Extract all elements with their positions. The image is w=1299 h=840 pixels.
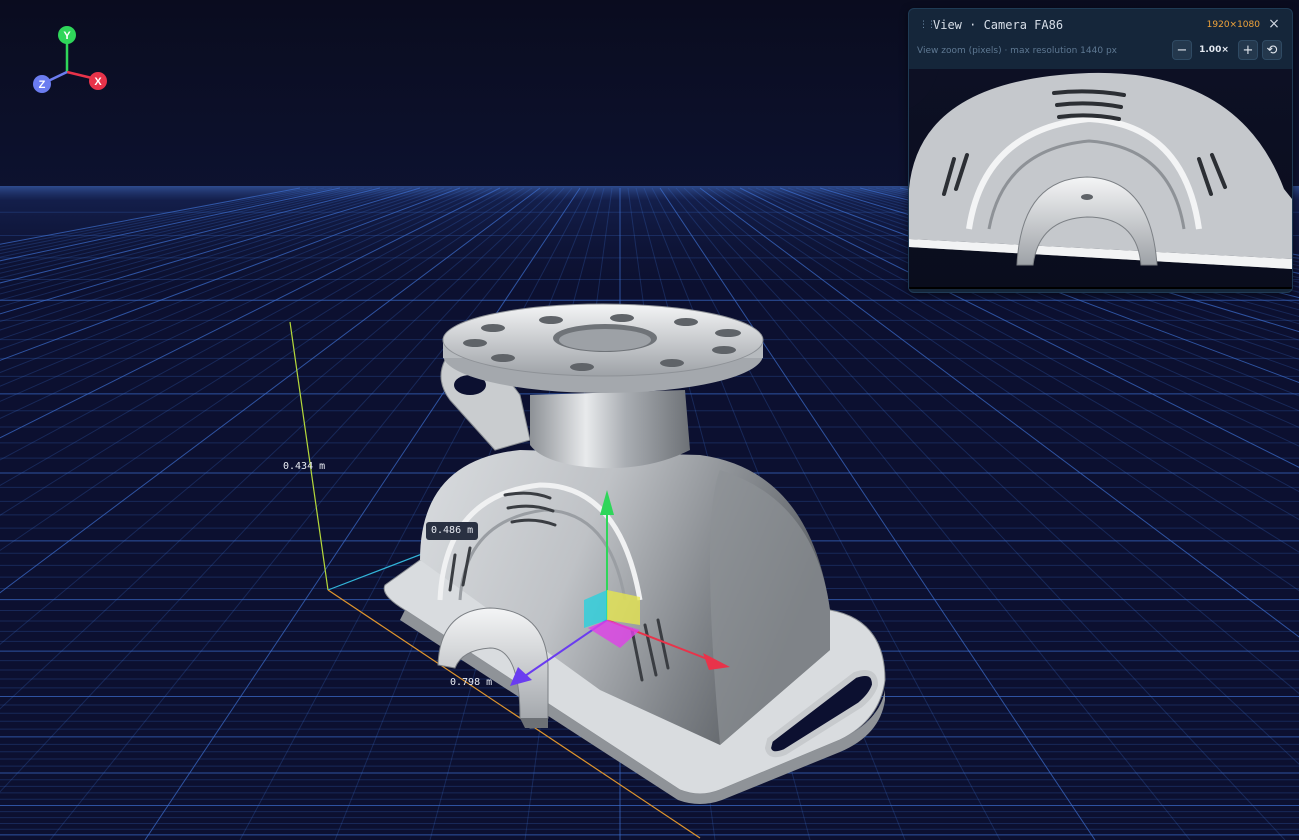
axis-x-label: X (94, 76, 102, 88)
dimension-width-label: 0.798 m (450, 677, 493, 688)
zoom-level-value: 1.00× (1199, 45, 1229, 55)
camera-preview-panel[interactable]: ⋮⋮ View · Camera FA86 1920×1080 × View z… (908, 8, 1293, 293)
reset-zoom-icon[interactable]: ⟲ (1262, 40, 1282, 60)
dimension-depth-label: 0.486 m (426, 522, 479, 540)
dimension-height-label: 0.434 m (283, 461, 326, 472)
camera-preview-viewport[interactable] (909, 69, 1292, 289)
camera-panel-header[interactable]: ⋮⋮ View · Camera FA86 1920×1080 × (909, 9, 1292, 41)
close-icon[interactable]: × (1266, 16, 1282, 32)
axis-z-label: Z (39, 79, 46, 91)
zoom-out-button[interactable]: − (1172, 40, 1192, 60)
camera-panel-subtitle: View zoom (pixels) · max resolution 1440… (917, 46, 1117, 56)
zoom-in-button[interactable]: + (1238, 40, 1258, 60)
camera-resolution-badge: 1920×1080 (1206, 20, 1260, 30)
axis-y-label: Y (63, 30, 71, 42)
drag-handle-icon[interactable]: ⋮⋮ (919, 19, 936, 31)
camera-panel-title: View · Camera FA86 (933, 18, 1064, 32)
